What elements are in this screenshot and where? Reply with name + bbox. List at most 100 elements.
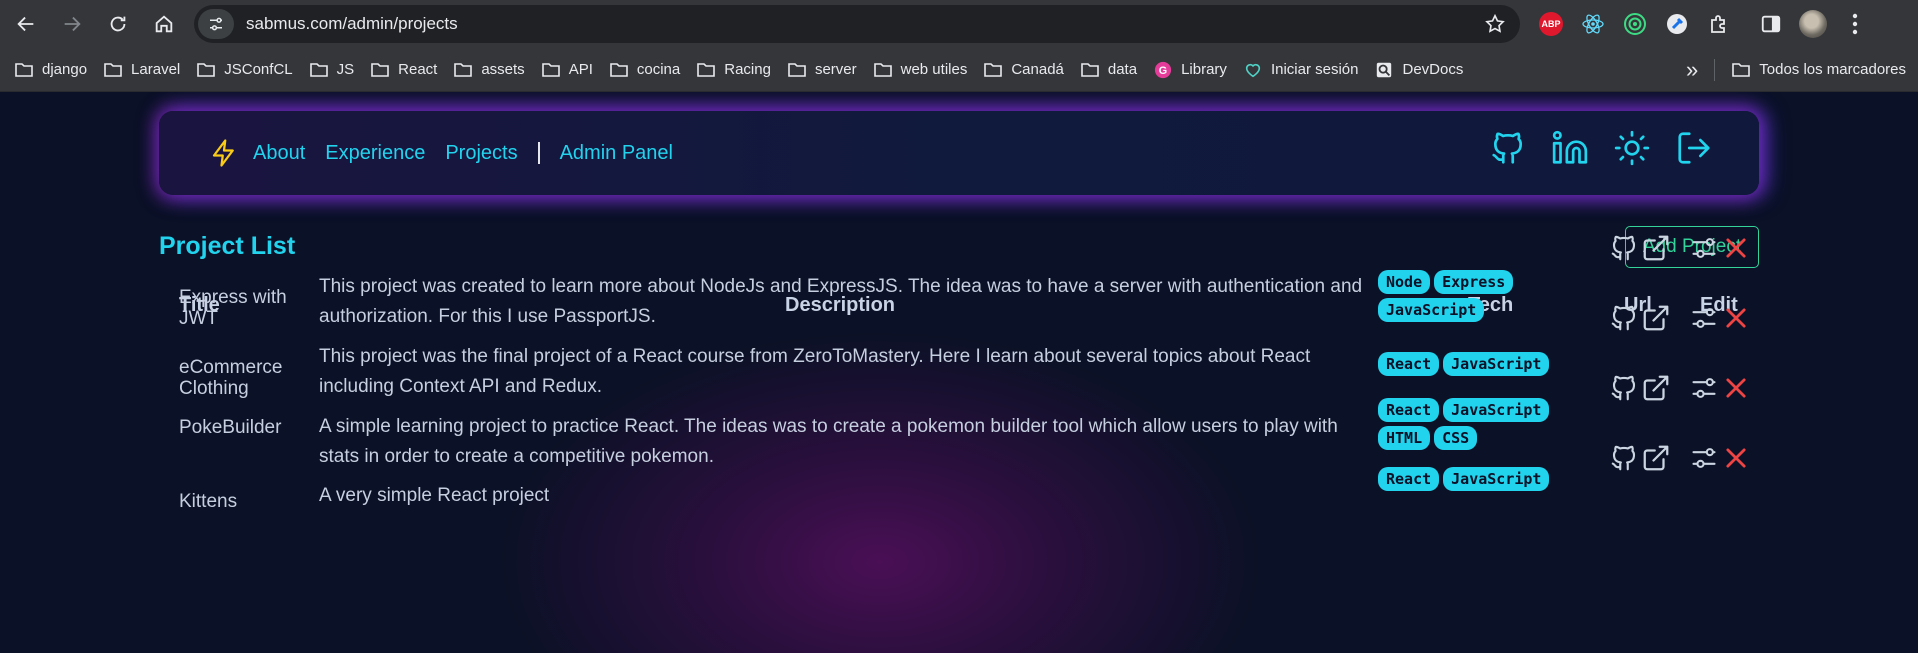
- linkedin-link[interactable]: [1551, 129, 1589, 167]
- profile-button[interactable]: [1798, 9, 1828, 39]
- sliders-icon[interactable]: [1690, 444, 1718, 472]
- all-bookmarks-button[interactable]: Todos los marcadores: [1723, 54, 1914, 86]
- color-picker-extension[interactable]: [1662, 9, 1692, 39]
- folder-icon: [1732, 62, 1751, 77]
- more-bookmarks-button[interactable]: »: [1678, 54, 1706, 86]
- site-navbar: About Experience Projects Admin Panel: [159, 111, 1759, 195]
- bookmark-label: React: [398, 61, 438, 78]
- bolt-icon[interactable]: [209, 138, 239, 168]
- bookmark-item[interactable]: JSConfCL: [188, 54, 300, 86]
- color-picker-icon: [1667, 14, 1687, 34]
- sliders-icon[interactable]: [1690, 234, 1718, 262]
- bookmark-label: Racing: [724, 61, 771, 78]
- bookmark-item[interactable]: cocina: [601, 54, 688, 86]
- logout-icon: [1678, 132, 1710, 164]
- external-link-icon[interactable]: [1641, 443, 1671, 473]
- nav-link-admin-panel[interactable]: Admin Panel: [560, 142, 673, 165]
- bookmark-item[interactable]: web utiles: [865, 54, 976, 86]
- github-link[interactable]: [1489, 129, 1527, 167]
- abp-icon: ABP: [1539, 12, 1563, 36]
- project-title: Express with JWT: [179, 287, 287, 329]
- bookmark-item[interactable]: assets: [445, 54, 532, 86]
- bookmark-item[interactable]: Canadá: [975, 54, 1072, 86]
- bookmark-item[interactable]: JS: [301, 54, 363, 86]
- bookmark-label: JSConfCL: [224, 61, 293, 78]
- nav-link-projects[interactable]: Projects: [445, 142, 517, 165]
- tech-tags: Node Express JavaScript: [1378, 270, 1578, 322]
- tech-tag: CSS: [1434, 426, 1478, 450]
- delete-icon[interactable]: [1722, 374, 1750, 402]
- extensions-menu[interactable]: [1704, 9, 1734, 39]
- folder-icon: [370, 61, 390, 79]
- reload-icon: [110, 16, 126, 32]
- bookmark-item[interactable]: React: [362, 54, 445, 86]
- site-info-button[interactable]: [198, 9, 234, 39]
- folder-icon: [541, 61, 561, 79]
- edit-actions: [1690, 304, 1750, 332]
- tech-tags: React JavaScript HTML CSS: [1378, 398, 1578, 450]
- svg-text:G: G: [1159, 65, 1167, 77]
- delete-icon[interactable]: [1722, 444, 1750, 472]
- bookmark-item[interactable]: Iniciar sesión: [1235, 54, 1367, 86]
- tech-tag: React: [1378, 352, 1440, 376]
- nav-icons: [1489, 129, 1713, 167]
- theme-toggle[interactable]: [1613, 129, 1651, 167]
- edit-actions: [1690, 234, 1750, 262]
- sliders-icon[interactable]: [1690, 304, 1718, 332]
- folder-icon: [453, 61, 473, 79]
- project-description: This project was the final project of a …: [319, 346, 1311, 397]
- url-text[interactable]: sabmus.com/admin/projects: [246, 14, 458, 34]
- side-panel-button[interactable]: [1756, 9, 1786, 39]
- address-bar[interactable]: sabmus.com/admin/projects: [194, 5, 1520, 43]
- logout-button[interactable]: [1675, 129, 1713, 167]
- bookmark-label: Laravel: [131, 61, 181, 78]
- nav-link-about[interactable]: About: [253, 142, 305, 165]
- tech-tag: Express: [1434, 270, 1514, 294]
- github-icon[interactable]: [1609, 373, 1639, 403]
- sliders-icon[interactable]: [1690, 374, 1718, 402]
- home-button[interactable]: [144, 4, 184, 44]
- github-icon[interactable]: [1609, 443, 1639, 473]
- devdocs-icon: [1374, 61, 1394, 79]
- bookmark-item[interactable]: DevDocs: [1366, 54, 1471, 86]
- browser-menu-button[interactable]: [1840, 9, 1870, 39]
- bookmark-item[interactable]: django: [6, 54, 95, 86]
- external-link-icon[interactable]: [1641, 373, 1671, 403]
- bookmark-item[interactable]: data: [1072, 54, 1145, 86]
- all-bookmarks-label: Todos los marcadores: [1759, 61, 1906, 78]
- forward-button[interactable]: [52, 4, 92, 44]
- arrow-right-icon: [64, 16, 81, 32]
- nav-link-experience[interactable]: Experience: [325, 142, 425, 165]
- github-icon[interactable]: [1609, 303, 1639, 333]
- page-title: Project List: [159, 232, 296, 260]
- reload-button[interactable]: [98, 4, 138, 44]
- github-icon[interactable]: [1609, 233, 1639, 263]
- adblock-extension[interactable]: ABP: [1536, 9, 1566, 39]
- folder-icon: [1080, 61, 1100, 79]
- bookmark-item[interactable]: Racing: [688, 54, 779, 86]
- bookmark-item[interactable]: server: [779, 54, 865, 86]
- delete-icon[interactable]: [1722, 304, 1750, 332]
- bookmark-label: assets: [481, 61, 525, 78]
- delete-icon[interactable]: [1722, 234, 1750, 262]
- puzzle-icon: [1711, 15, 1725, 33]
- tech-tag: JavaScript: [1443, 352, 1550, 376]
- back-button[interactable]: [6, 4, 46, 44]
- url-actions: [1609, 373, 1671, 403]
- bookmark-star-icon[interactable]: [1484, 13, 1506, 35]
- bookmarks-list: django Laravel JSConfCL JS React assets API coc…: [6, 54, 1471, 86]
- bookmark-label: web utiles: [900, 61, 968, 78]
- url-actions: [1609, 303, 1671, 333]
- external-link-icon[interactable]: [1641, 303, 1671, 333]
- extensions-area: ABP: [1536, 0, 1870, 48]
- bookmark-item[interactable]: API: [533, 54, 601, 86]
- react-devtools-extension[interactable]: [1578, 9, 1608, 39]
- bookmark-item[interactable]: Laravel: [95, 54, 188, 86]
- tech-tag: Node: [1378, 270, 1431, 294]
- sun-icon: [1614, 130, 1650, 166]
- tech-tag: JavaScript: [1443, 398, 1550, 422]
- bookmark-item[interactable]: G Library: [1145, 54, 1235, 86]
- external-link-icon[interactable]: [1641, 233, 1671, 263]
- target-extension[interactable]: [1620, 9, 1650, 39]
- bookmark-label: Iniciar sesión: [1270, 61, 1359, 78]
